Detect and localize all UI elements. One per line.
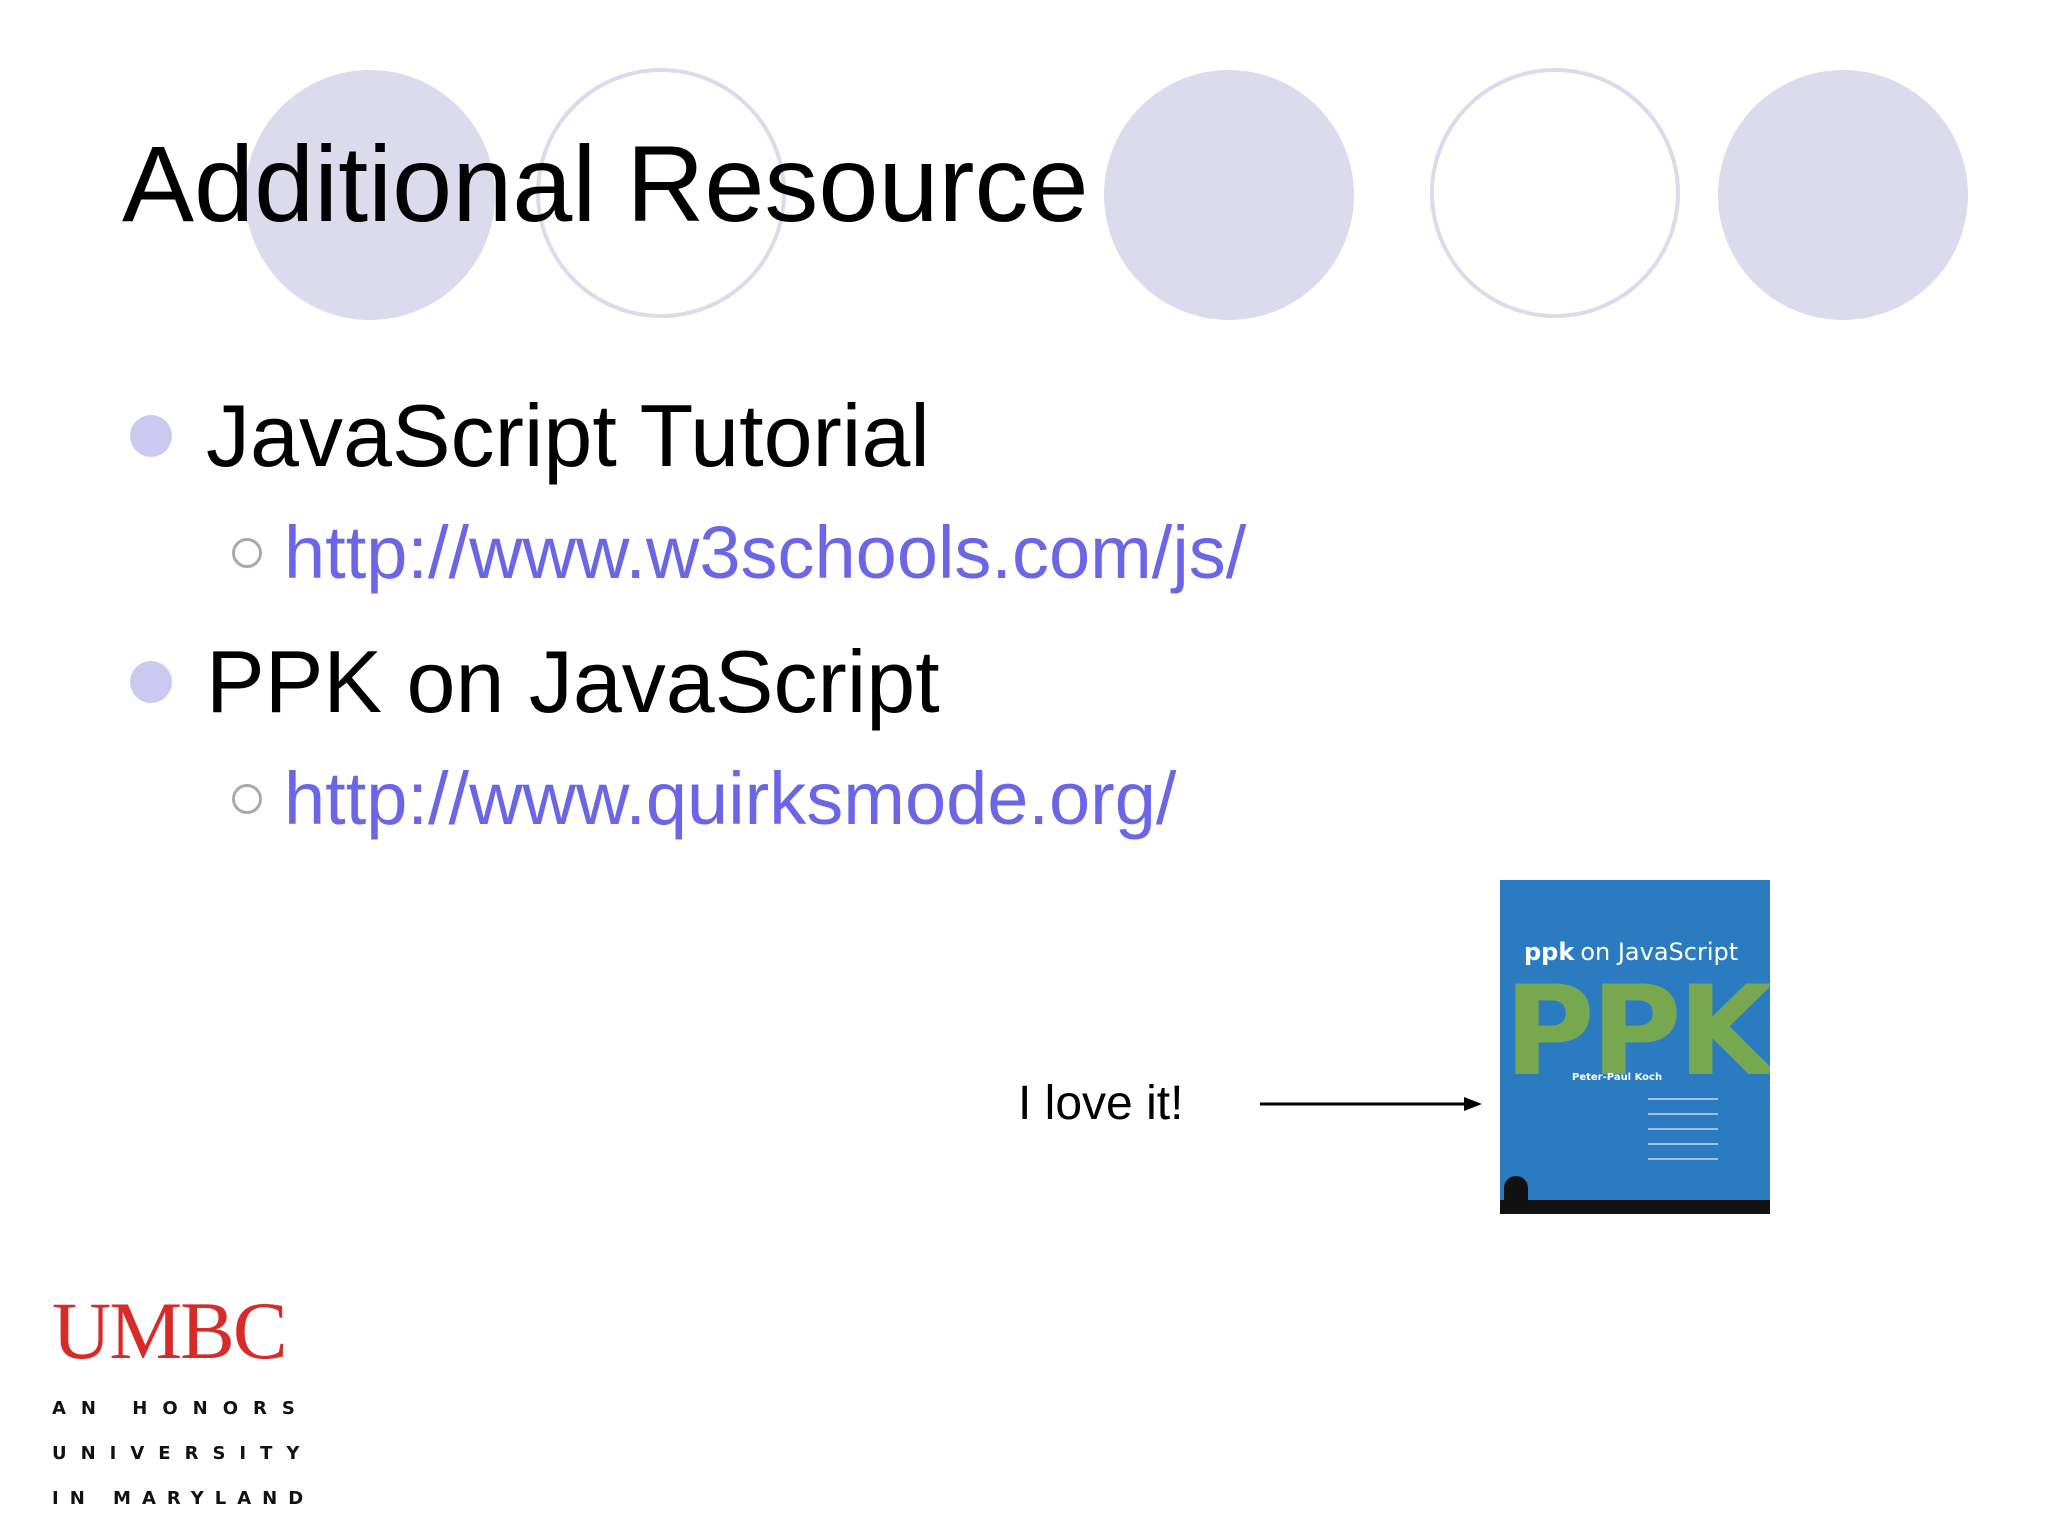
decor-circle-4 — [1430, 68, 1680, 318]
umbc-logo-line-2: UNIVERSITY — [52, 1443, 314, 1464]
slide-title: Additional Resource — [122, 123, 1089, 244]
umbc-logo-line-1: AN HONORS — [52, 1398, 310, 1419]
decor-circle-5 — [1718, 70, 1968, 320]
umbc-logo-word: UMBC — [52, 1285, 288, 1376]
caption-text: I love it! — [1018, 1077, 1184, 1130]
w3schools-link[interactable]: http://www.w3schools.com/js/ — [284, 516, 1246, 590]
sub-bullet-item: http://www.quirksmode.org/ — [232, 762, 1176, 836]
publisher-badge — [1504, 1176, 1528, 1210]
bullet-text: JavaScript Tutorial — [206, 386, 930, 485]
book-title-text: on JavaScript — [1580, 938, 1739, 966]
bullet-text: PPK on JavaScript — [206, 632, 940, 731]
bullet-item: JavaScript Tutorial — [130, 392, 930, 480]
bullet-item: PPK on JavaScript — [130, 638, 940, 726]
book-blurb-lines — [1648, 1098, 1718, 1173]
umbc-logo-line-3: IN MARYLAND — [52, 1488, 315, 1509]
umbc-logo: UMBC AN HONORS UNIVERSITY IN MARYLAND — [52, 1285, 315, 1510]
arrow-right-icon — [1260, 1097, 1482, 1111]
book-title: ppk on JavaScript — [1524, 938, 1738, 966]
book-title-prefix: ppk — [1524, 938, 1575, 966]
decor-circle-3 — [1104, 70, 1354, 320]
book-footer-band — [1500, 1200, 1770, 1214]
slide: Additional Resource JavaScript Tutorial … — [0, 0, 2048, 1536]
book-cover-image: PPK ppk on JavaScript Peter-Paul Koch — [1500, 880, 1770, 1214]
book-author: Peter-Paul Koch — [1572, 1072, 1663, 1083]
quirksmode-link[interactable]: http://www.quirksmode.org/ — [284, 762, 1176, 836]
filled-circle-bullet-icon — [130, 661, 172, 703]
hollow-circle-bullet-icon — [232, 784, 262, 814]
hollow-circle-bullet-icon — [232, 538, 262, 568]
sub-bullet-item: http://www.w3schools.com/js/ — [232, 516, 1246, 590]
filled-circle-bullet-icon — [130, 415, 172, 457]
